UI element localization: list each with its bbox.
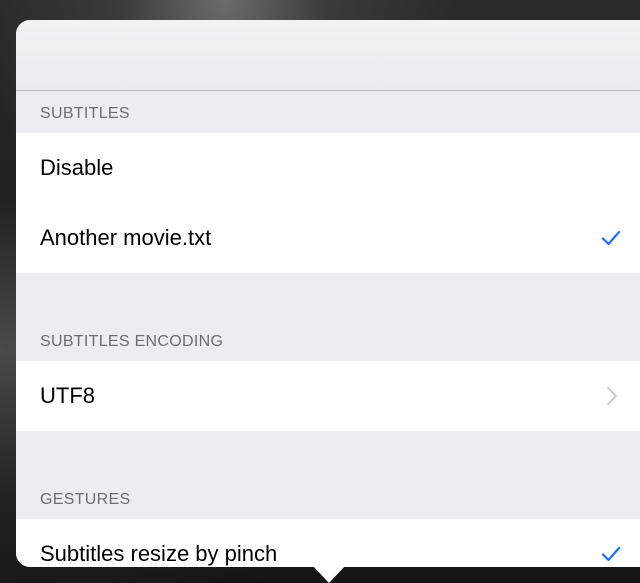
- popover-header: [16, 20, 640, 91]
- section-header-gestures: GESTURES: [40, 491, 131, 508]
- checkmark-icon: [601, 546, 621, 562]
- row-disable[interactable]: Disable: [16, 133, 640, 203]
- section-header-subtitles-encoding: SUBTITLES ENCODING: [40, 333, 224, 350]
- row-label: Disable: [40, 155, 114, 180]
- chevron-right-icon: [607, 387, 617, 405]
- row-label: Subtitles resize by pinch: [40, 541, 278, 566]
- row-label: UTF8: [40, 383, 95, 408]
- checkmark-icon: [601, 230, 621, 246]
- section-header-subtitles: SUBTITLES: [40, 105, 130, 122]
- row-utf8[interactable]: UTF8: [16, 361, 640, 431]
- popover-arrow: [312, 565, 346, 583]
- subtitles-popover: SUBTITLES Disable Another movie.txt SUBT…: [16, 20, 640, 567]
- row-another-movie[interactable]: Another movie.txt: [16, 203, 640, 273]
- row-resize-by-pinch[interactable]: Subtitles resize by pinch: [16, 519, 640, 567]
- row-label: Another movie.txt: [40, 225, 212, 250]
